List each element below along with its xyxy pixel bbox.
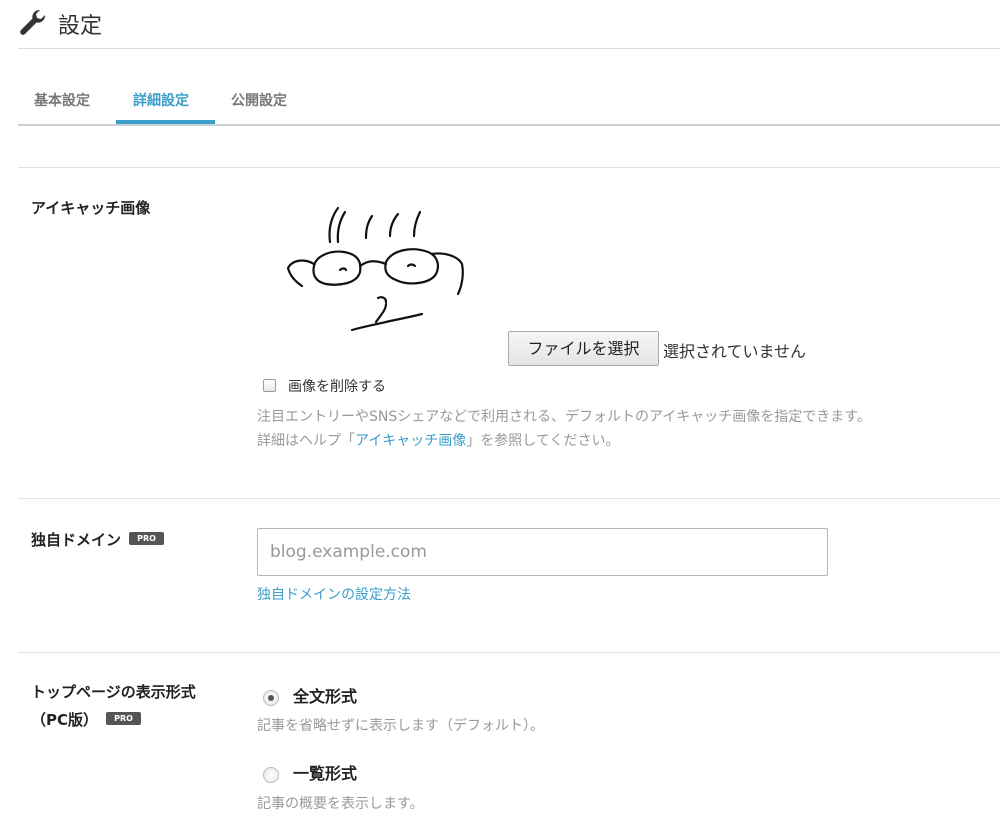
full-text-label[interactable]: 全文形式 [293,683,357,707]
page-title: 設定 [58,14,103,39]
settings-tabs: 基本設定 詳細設定 公開設定 [18,80,1000,126]
delete-image-checkbox[interactable] [263,379,276,392]
tab-advanced-settings[interactable]: 詳細設定 [133,90,189,110]
full-text-description: 記事を省略せずに表示します（デフォルト）。 [257,718,544,734]
tab-basic-settings[interactable]: 基本設定 [34,90,90,110]
list-format-description: 記事の概要を表示します。 [257,796,424,812]
choose-file-button[interactable]: ファイルを選択 [508,331,659,366]
file-status-text: 選択されていません [663,342,807,361]
eyecatch-help-line2: 詳細はヘルプ「アイキャッチ画像」を参照してください。 [257,429,619,453]
page-header: 設定 [18,0,1000,49]
eyecatch-label: アイキャッチ画像 [31,199,151,217]
list-format-label[interactable]: 一覧形式 [293,760,357,784]
pro-badge: PRO [106,712,142,725]
section-divider [18,652,1000,653]
section-divider [18,498,1000,499]
eyecatch-help-line1: 注目エントリーやSNSシェアなどで利用される、デフォルトのアイキャッチ画像を指定… [257,409,871,425]
section-divider [18,167,1000,168]
display-format-pc-text: （PC版） [31,711,99,729]
display-format-label: トップページの表示形式 [31,683,196,701]
active-tab-indicator [116,120,215,124]
eyecatch-image-preview [286,206,464,332]
delete-image-label[interactable]: 画像を削除する [288,376,386,396]
custom-domain-label-text: 独自ドメイン [31,531,122,549]
help-eyecatch-link[interactable]: アイキャッチ画像 [355,433,466,449]
wrench-icon [20,9,46,35]
help-prefix: 詳細はヘルプ「 [257,433,355,449]
pro-badge: PRO [129,532,165,545]
full-text-radio[interactable] [263,690,279,706]
custom-domain-label: 独自ドメイン PRO [31,528,165,552]
custom-domain-input[interactable] [257,528,828,576]
tab-publish-settings[interactable]: 公開設定 [231,90,287,110]
custom-domain-howto-link[interactable]: 独自ドメインの設定方法 [257,584,411,604]
help-suffix: 」を参照してください。 [466,433,620,449]
display-format-label-line2: （PC版） PRO [31,708,142,732]
list-format-radio[interactable] [263,767,279,783]
